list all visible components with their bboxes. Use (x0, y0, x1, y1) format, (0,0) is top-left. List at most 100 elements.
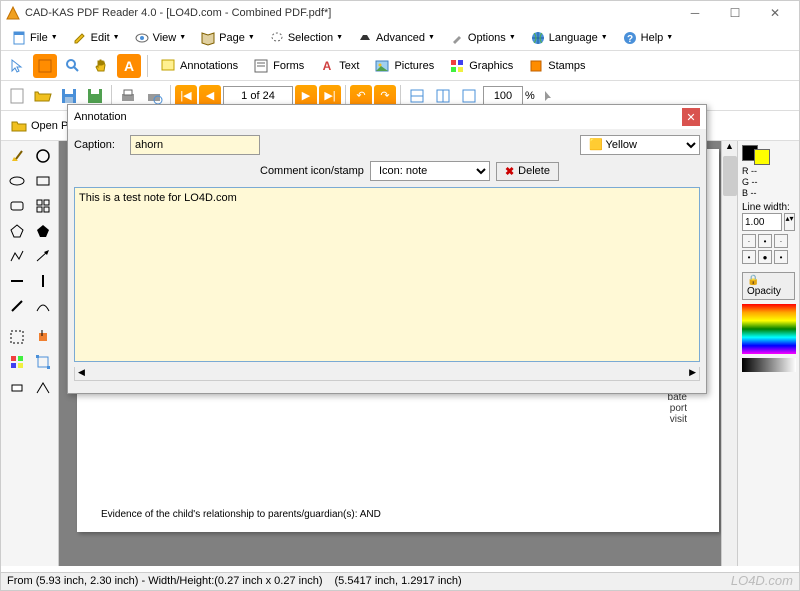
brightness-slider[interactable] (742, 358, 796, 372)
pointer-tool[interactable] (5, 54, 29, 78)
menu-file[interactable]: File▼ (5, 28, 64, 48)
measure-tool[interactable] (31, 376, 55, 398)
scrollbar-thumb[interactable] (723, 156, 737, 196)
toolbar-modes: A Annotations Forms AText Pictures Graph… (1, 51, 799, 81)
book-icon (200, 30, 216, 46)
icon-combo[interactable]: Icon: note (370, 161, 490, 181)
scroll-up-icon[interactable]: ▲ (722, 141, 737, 155)
brush-tool[interactable] (5, 145, 29, 167)
graphics-label: Graphics (469, 60, 513, 72)
menu-help-label: Help (641, 32, 664, 44)
annotations-button[interactable]: Annotations (154, 55, 243, 77)
linewidth-input[interactable] (742, 213, 782, 231)
picture-icon (373, 57, 391, 75)
point-style[interactable]: · (742, 234, 756, 248)
delete-button[interactable]: ✖Delete (496, 162, 559, 181)
text-button[interactable]: AText (313, 55, 364, 77)
circle-tool[interactable] (31, 145, 55, 167)
text-select-tool[interactable]: A (117, 54, 141, 78)
pictures-button[interactable]: Pictures (368, 55, 439, 77)
point-style[interactable]: • (774, 250, 788, 264)
zoom-input[interactable] (483, 86, 523, 106)
menu-edit-label: Edit (91, 32, 110, 44)
menu-page[interactable]: Page▼ (194, 28, 261, 48)
g-value: G -- (742, 177, 795, 187)
caption-input[interactable] (130, 135, 260, 155)
status-coords: From (5.93 inch, 2.30 inch) - Width/Heig… (7, 575, 322, 588)
watermark: LO4D.com (731, 573, 793, 588)
stamps-label: Stamps (548, 60, 585, 72)
point-style[interactable]: · (774, 234, 788, 248)
menu-help[interactable]: ?Help▼ (616, 28, 680, 48)
color-combo[interactable]: 🟨 Yellow (580, 135, 700, 155)
text-icon: A (318, 57, 336, 75)
point-style[interactable]: ● (758, 250, 772, 264)
arrow-tool[interactable] (31, 245, 55, 267)
polygon-outline-tool[interactable] (5, 220, 29, 242)
scroll-left-icon[interactable]: ◀ (75, 367, 88, 380)
opacity-button[interactable]: 🔒 Opacity (742, 272, 795, 300)
menu-selection[interactable]: Selection▼ (263, 28, 349, 48)
stamp-icon (527, 57, 545, 75)
b-value: B -- (742, 188, 795, 198)
ellipse-tool[interactable] (5, 170, 29, 192)
rounded-rect-tool[interactable] (5, 195, 29, 217)
stamps-button[interactable]: Stamps (522, 55, 590, 77)
statusbar: From (5.93 inch, 2.30 inch) - Width/Heig… (1, 572, 799, 590)
pictures-label: Pictures (394, 60, 434, 72)
graphics-button[interactable]: Graphics (443, 55, 518, 77)
globe-icon (530, 30, 546, 46)
menu-advanced[interactable]: Advanced▼ (351, 28, 441, 48)
transform-tool[interactable] (31, 351, 55, 373)
annotation-close-button[interactable]: ✕ (682, 108, 700, 126)
menu-options[interactable]: Options▼ (443, 28, 522, 48)
menu-language[interactable]: Language▼ (524, 28, 614, 48)
svg-text:A: A (323, 59, 332, 73)
linewidth-stepper[interactable]: ▴▾ (784, 213, 795, 231)
fill-tool[interactable] (31, 326, 55, 348)
scroll-right-icon[interactable]: ▶ (686, 367, 699, 380)
point-style[interactable]: • (758, 234, 772, 248)
edit-mode[interactable] (33, 54, 57, 78)
hline-tool[interactable] (5, 270, 29, 292)
page-input[interactable] (223, 86, 293, 106)
new-button[interactable] (5, 84, 29, 108)
line-tool[interactable] (5, 295, 29, 317)
open-button[interactable] (31, 84, 55, 108)
curve-tool[interactable] (31, 295, 55, 317)
polyline-tool[interactable] (5, 245, 29, 267)
eraser-tool[interactable] (5, 376, 29, 398)
annotation-titlebar[interactable]: Annotation ✕ (68, 105, 706, 129)
file-icon (11, 30, 27, 46)
forms-button[interactable]: Forms (247, 55, 309, 77)
zoom-pct-label: % (525, 90, 535, 102)
maximize-button[interactable]: ☐ (715, 1, 755, 25)
menu-view[interactable]: View▼ (128, 28, 193, 48)
color-swatches[interactable] (742, 145, 795, 165)
zoom-tool[interactable] (61, 54, 85, 78)
minimize-button[interactable]: ─ (675, 1, 715, 25)
graphics-icon (448, 57, 466, 75)
textarea-hscrollbar[interactable]: ◀▶ (74, 367, 700, 381)
menu-file-label: File (30, 32, 48, 44)
color-select-tool[interactable] (5, 351, 29, 373)
color-picker[interactable] (742, 304, 796, 354)
bg-color[interactable] (754, 149, 770, 165)
menu-edit[interactable]: Edit▼ (66, 28, 126, 48)
marquee-tool[interactable] (5, 326, 29, 348)
dropdown-icon: ▼ (428, 34, 435, 41)
rect-tool[interactable] (31, 170, 55, 192)
wrench-icon (449, 30, 465, 46)
point-style[interactable]: • (742, 250, 756, 264)
annotations-label: Annotations (180, 60, 238, 72)
vertical-scrollbar[interactable]: ▲ (721, 141, 737, 566)
right-properties-panel: R -- G -- B -- Line width: ▴▾ ·•· •●• 🔒 … (737, 141, 799, 566)
vline-tool[interactable] (31, 270, 55, 292)
note-textarea[interactable] (74, 187, 700, 362)
close-button[interactable]: ✕ (755, 1, 795, 25)
hand-tool[interactable] (89, 54, 113, 78)
grid-tool[interactable] (31, 195, 55, 217)
doc-fragment: bateportvisit (89, 388, 707, 429)
dropdown-icon: ▼ (601, 34, 608, 41)
polygon-fill-tool[interactable] (31, 220, 55, 242)
